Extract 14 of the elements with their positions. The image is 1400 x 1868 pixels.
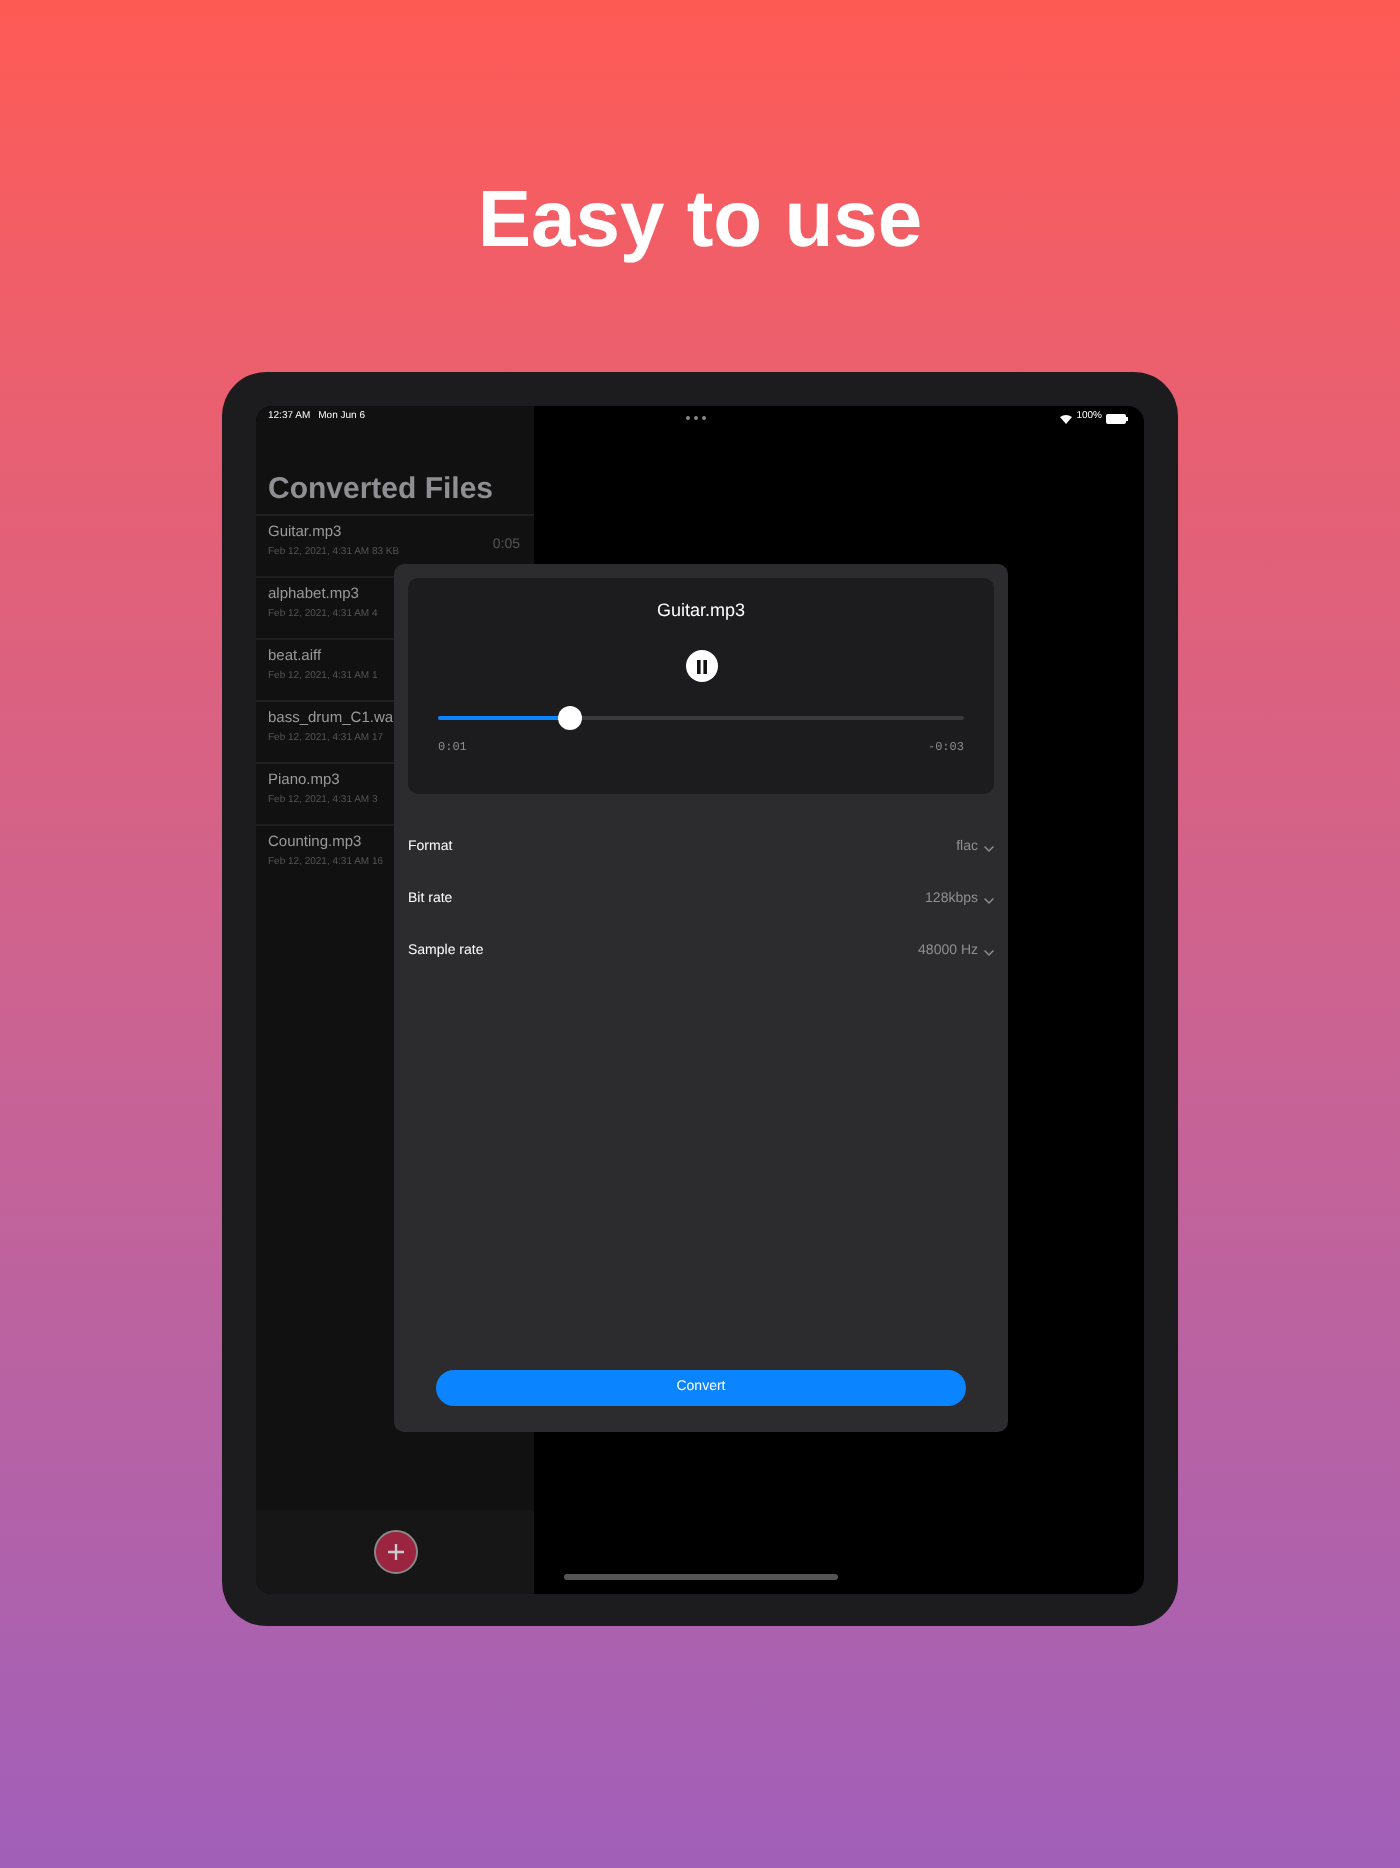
add-button[interactable] bbox=[373, 1530, 417, 1574]
chevron-down-icon bbox=[984, 897, 994, 903]
wifi-icon bbox=[1060, 413, 1073, 423]
progress-thumb[interactable] bbox=[557, 706, 582, 730]
pause-button[interactable] bbox=[685, 650, 717, 682]
battery-icon bbox=[1106, 413, 1128, 423]
pause-icon bbox=[695, 659, 707, 673]
headline: Easy to use bbox=[477, 174, 923, 268]
progress-slider[interactable] bbox=[438, 706, 964, 730]
chevron-down-icon bbox=[984, 949, 994, 955]
chevron-down-icon bbox=[984, 845, 994, 851]
player-title: Guitar.mp3 bbox=[656, 598, 746, 622]
sidebar-title: Converted Files bbox=[266, 472, 496, 508]
plus-icon bbox=[387, 1544, 403, 1560]
